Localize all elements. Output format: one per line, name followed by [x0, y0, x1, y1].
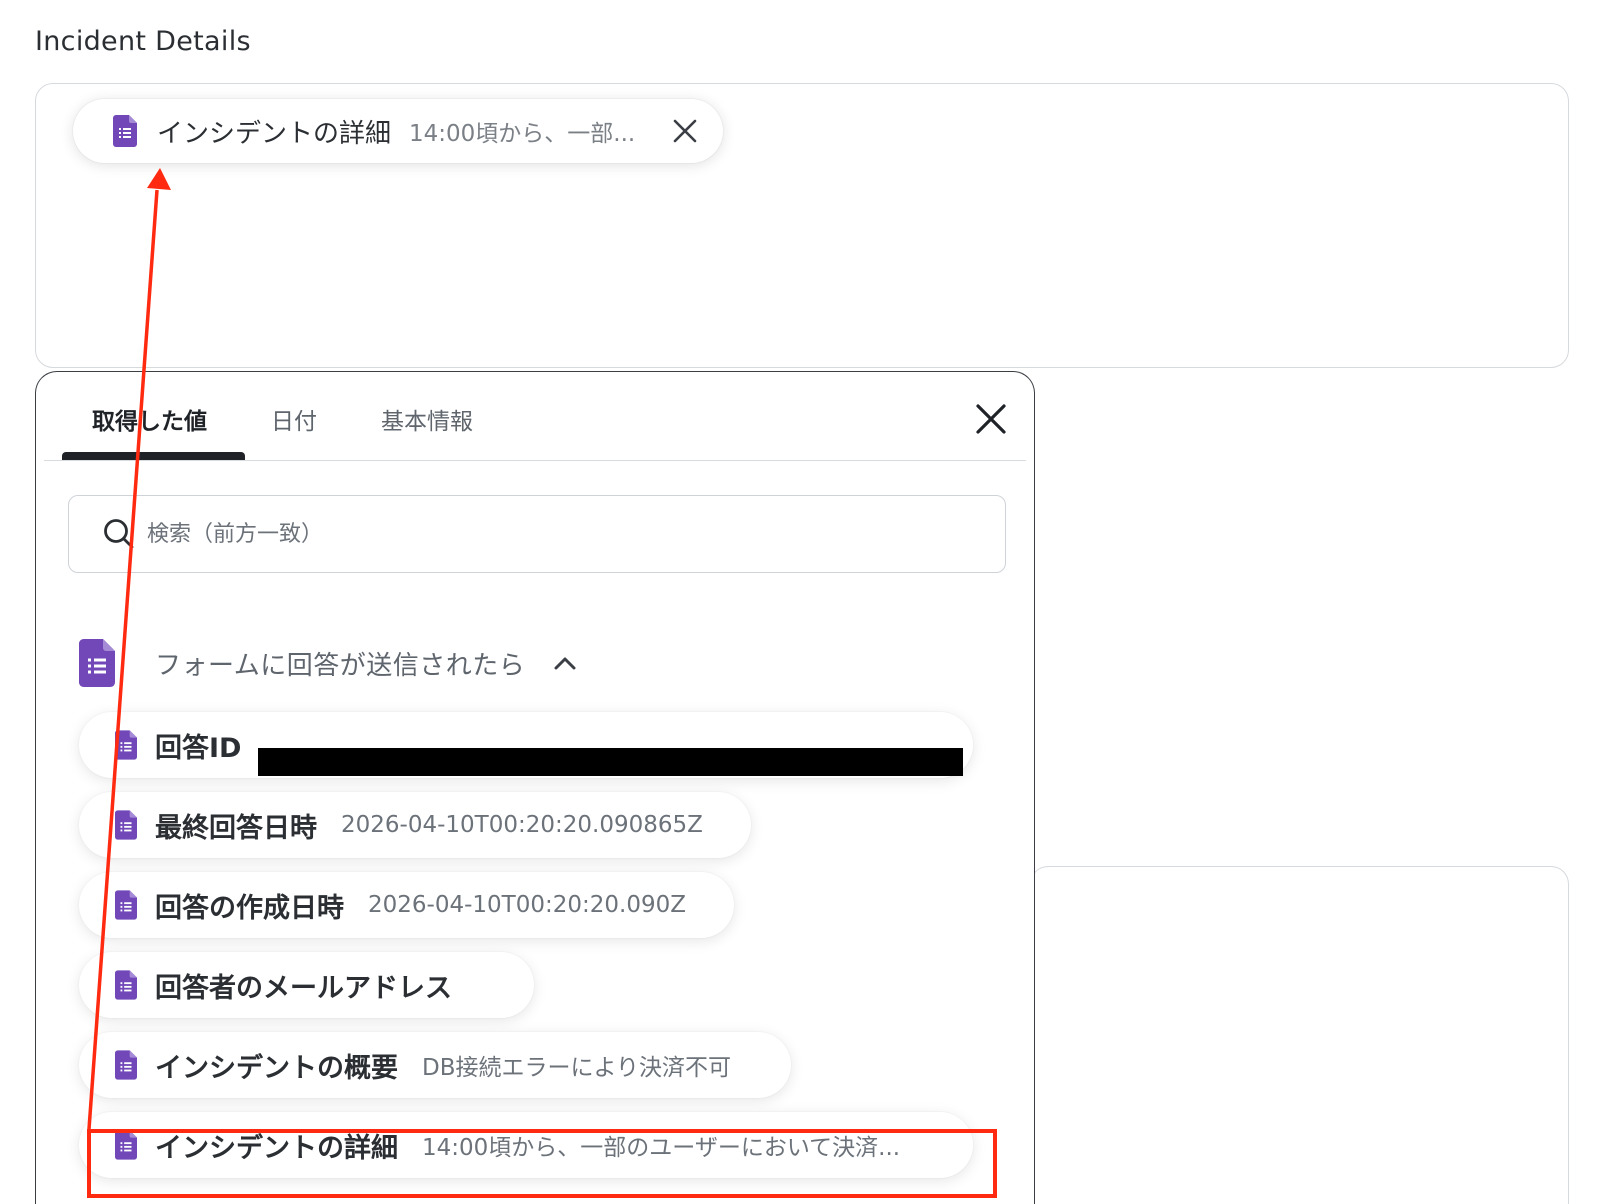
google-forms-icon [115, 890, 137, 920]
group-title: フォームに回答が送信されたら [155, 650, 526, 681]
list-item-respondent-email[interactable]: 回答者のメールアドレス [79, 952, 534, 1018]
item-label: インシデントの概要 [155, 1052, 398, 1084]
google-forms-icon [115, 1050, 137, 1080]
token-value: 14:00頃から、一部... [409, 121, 636, 147]
search-icon [104, 519, 134, 549]
google-forms-icon [113, 115, 137, 147]
item-label: 最終回答日時 [155, 812, 317, 844]
tab-bar: 取得した値 日付 基本情報 [44, 372, 1026, 461]
item-value: DB接続エラーにより決済不可 [422, 1055, 732, 1081]
list-item-created-time[interactable]: 回答の作成日時 2026-04-10T00:20:20.090Z [79, 872, 734, 938]
field-label: Incident Details [35, 26, 251, 57]
chevron-up-icon[interactable] [553, 655, 577, 671]
search-input[interactable] [145, 520, 949, 548]
active-tab-indicator [62, 452, 245, 460]
google-forms-icon [115, 970, 137, 1000]
trigger-group-header[interactable]: フォームに回答が送信されたら [79, 637, 577, 689]
google-forms-icon [79, 639, 115, 687]
token-label: インシデントの詳細 [157, 118, 392, 149]
item-label: 回答ID [155, 732, 242, 764]
tab-basic-info[interactable]: 基本情報 [381, 402, 473, 436]
item-label: 回答者のメールアドレス [155, 972, 452, 1004]
redacted-response-id [258, 748, 963, 776]
item-value: 2026-04-10T00:20:20.090865Z [341, 812, 703, 838]
list-item-last-response-time[interactable]: 最終回答日時 2026-04-10T00:20:20.090865Z [79, 792, 751, 858]
value-picker-popup: 取得した値 日付 基本情報 フォームに回答が送信されたら [35, 371, 1035, 1204]
google-forms-icon [115, 730, 137, 760]
tab-date[interactable]: 日付 [271, 402, 317, 436]
list-item-incident-summary[interactable]: インシデントの概要 DB接続エラーにより決済不可 [79, 1032, 791, 1098]
annotation-highlight-box [87, 1129, 997, 1198]
item-label: 回答の作成日時 [155, 892, 344, 924]
item-value: 2026-04-10T00:20:20.090Z [368, 892, 686, 918]
close-icon[interactable] [974, 402, 1008, 436]
remove-token-close-icon[interactable] [671, 117, 699, 145]
tab-retrieved-values[interactable]: 取得した値 [92, 402, 207, 436]
page: Incident Details インシデントの詳細 14:00頃から、一部..… [0, 0, 1608, 1204]
secondary-field[interactable] [1030, 866, 1569, 1204]
search-field[interactable] [68, 495, 1006, 573]
selected-value-token[interactable]: インシデントの詳細 14:00頃から、一部... [73, 99, 723, 163]
google-forms-icon [115, 810, 137, 840]
